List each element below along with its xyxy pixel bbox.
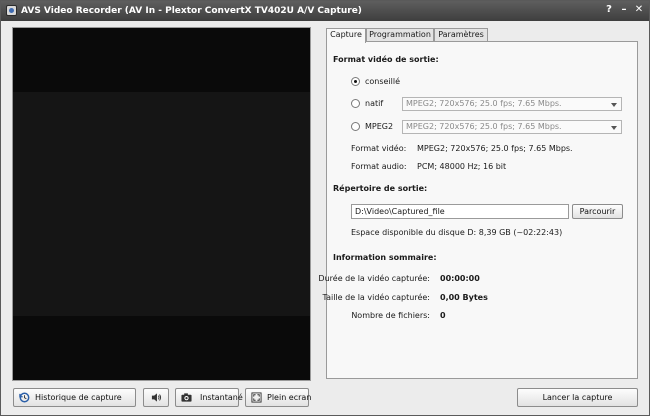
radio-mpeg2[interactable] — [351, 122, 360, 131]
capture-panel: Format vidéo de sortie: conseillé natif … — [318, 41, 638, 379]
size-label: Taille de la vidéo capturée: — [322, 293, 430, 302]
files-value: 0 — [440, 311, 446, 320]
tab-capture[interactable]: Capture — [326, 28, 366, 43]
native-format-select[interactable]: MPEG2; 720x576; 25.0 fps; 7.65 Mbps. — [402, 97, 622, 111]
radio-mpeg2-label: MPEG2 — [365, 122, 394, 131]
audio-format-value: PCM; 48000 Hz; 16 bit — [417, 162, 507, 171]
help-icon[interactable]: ? — [603, 4, 615, 16]
window-title: AVS Video Recorder (AV In - Plextor Conv… — [21, 6, 362, 16]
chevron-down-icon — [611, 103, 617, 107]
fullscreen-label: Plein ecran — [267, 393, 312, 402]
browse-button[interactable]: Parcourir — [572, 204, 623, 219]
snapshot-button[interactable]: Instantané — [175, 388, 243, 407]
output-format-title: Format vidéo de sortie: — [333, 55, 439, 64]
radio-native-label: natif — [365, 99, 384, 108]
free-space-text: Espace disponible du disque D: 8,39 GB (… — [351, 228, 563, 237]
video-format-value: MPEG2; 720x576; 25.0 fps; 7.65 Mbps. — [417, 144, 573, 153]
chevron-down-icon — [611, 126, 617, 130]
summary-title: Information sommaire: — [333, 253, 437, 262]
radio-native[interactable] — [351, 99, 360, 108]
capture-history-button[interactable]: Historique de capture — [13, 388, 136, 407]
app-logo-icon — [6, 5, 17, 16]
files-label: Nombre de fichiers: — [351, 311, 430, 320]
app-window: AVS Video Recorder (AV In - Plextor Conv… — [0, 0, 650, 416]
video-frame — [13, 92, 310, 316]
video-format-label: Format vidéo: — [351, 144, 407, 153]
duration-value: 00:00:00 — [440, 274, 480, 283]
start-capture-button[interactable]: Lancer la capture — [517, 388, 638, 407]
output-path-input[interactable]: D:\Video\Captured_file — [351, 204, 569, 219]
output-dir-title: Répertoire de sortie: — [333, 184, 428, 193]
size-value: 0,00 Bytes — [440, 293, 488, 302]
tab-programmation[interactable]: Programmation — [366, 28, 434, 41]
audio-format-label: Format audio: — [351, 162, 407, 171]
fullscreen-icon — [251, 392, 262, 403]
speaker-icon — [151, 393, 162, 402]
title-bar: AVS Video Recorder (AV In - Plextor Conv… — [1, 1, 649, 21]
native-format-value: MPEG2; 720x576; 25.0 fps; 7.65 Mbps. — [406, 99, 562, 108]
volume-button[interactable] — [143, 388, 169, 407]
history-icon — [19, 392, 30, 403]
radio-recommended[interactable] — [351, 77, 360, 86]
capture-history-label: Historique de capture — [35, 393, 122, 402]
camera-icon — [181, 393, 192, 402]
radio-recommended-label: conseillé — [365, 77, 401, 86]
duration-label: Durée de la vidéo capturée: — [318, 274, 430, 283]
close-icon[interactable]: ✕ — [633, 4, 645, 16]
tab-parametres[interactable]: Paramètres — [434, 28, 488, 41]
snapshot-label: Instantané — [200, 393, 243, 402]
fullscreen-button[interactable]: Plein ecran — [245, 388, 312, 407]
mpeg2-format-select[interactable]: MPEG2; 720x576; 25.0 fps; 7.65 Mbps. — [402, 120, 622, 134]
mpeg2-format-value: MPEG2; 720x576; 25.0 fps; 7.65 Mbps. — [406, 122, 562, 131]
minimize-icon[interactable]: – — [618, 4, 630, 16]
video-preview — [12, 27, 311, 381]
